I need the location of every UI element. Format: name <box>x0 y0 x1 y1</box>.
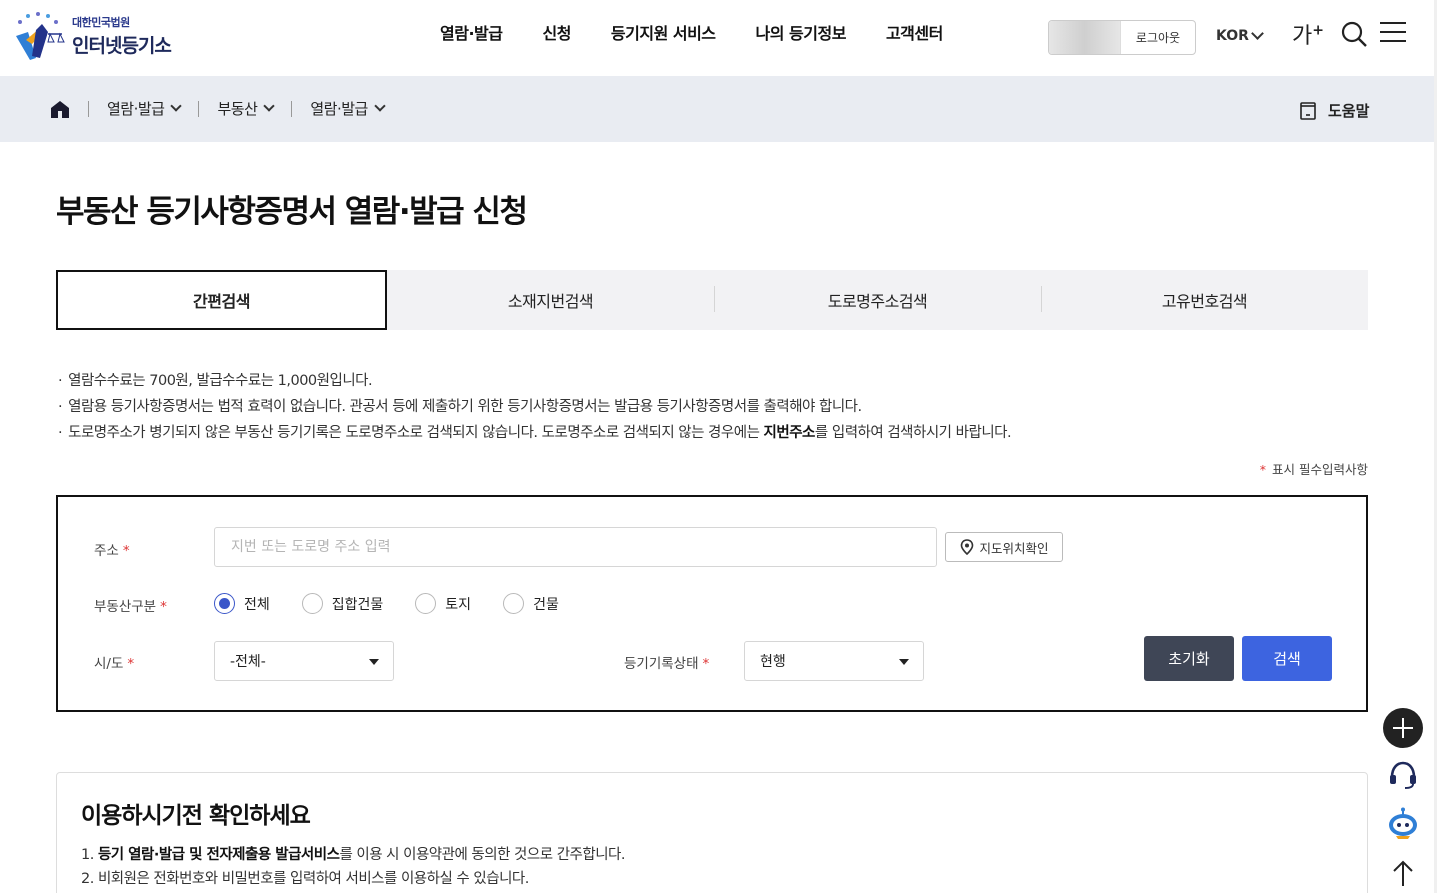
breadcrumb-item-real-estate[interactable]: 부동산 <box>217 98 276 119</box>
chevron-down-icon <box>374 100 386 112</box>
nav-customer-center[interactable]: 고객센터 <box>886 20 943 44</box>
language-label: KOR <box>1216 28 1249 44</box>
notice-box: 이용하시기전 확인하세요 1. 등기 열람·발급 및 전자제출용 발급서비스를 … <box>56 772 1368 893</box>
notice-list: 1. 등기 열람·발급 및 전자제출용 발급서비스를 이용 시 이용약관에 동의… <box>81 843 625 891</box>
sido-label: 시/도 * <box>94 656 135 672</box>
search-form: 주소* 지도위치확인 부동산구분* 전체 집합건물 토지 건물 시/도* -전체… <box>56 495 1368 712</box>
map-button-label: 지도위치확인 <box>979 540 1049 556</box>
user-name-redacted <box>1049 21 1121 54</box>
chevron-down-icon <box>263 100 276 112</box>
help-doc-icon <box>1300 101 1316 120</box>
logo-title: 인터넷등기소 <box>72 34 172 57</box>
menu-icon[interactable] <box>1380 22 1406 44</box>
logo-subtitle: 대한민국법원 <box>72 15 130 29</box>
headset-icon[interactable] <box>1386 758 1420 792</box>
site-logo[interactable]: 대한민국법원 인터넷등기소 <box>10 8 200 63</box>
home-icon[interactable] <box>50 99 70 119</box>
breadcrumb-item-view-issue-2[interactable]: 열람·발급 <box>310 98 386 119</box>
radio-building[interactable]: 건물 <box>503 593 559 614</box>
plus-icon[interactable] <box>1383 708 1423 748</box>
court-emblem-icon <box>16 11 65 60</box>
help-label: 도움말 <box>1328 102 1370 120</box>
property-type-group: 전체 집합건물 토지 건물 <box>214 593 591 614</box>
map-location-button[interactable]: 지도위치확인 <box>945 532 1063 562</box>
search-icon[interactable] <box>1340 20 1368 48</box>
tab-road-address-search[interactable]: 도로명주소검색 <box>714 270 1041 330</box>
property-type-label: 부동산구분 * <box>94 599 167 615</box>
chatbot-icon[interactable] <box>1386 806 1420 840</box>
logout-button[interactable]: 로그아웃 <box>1121 29 1195 46</box>
chevron-down-icon <box>170 100 183 112</box>
font-size-label: 가 <box>1292 24 1313 49</box>
search-button[interactable]: 검색 <box>1242 636 1332 681</box>
address-input[interactable] <box>214 527 937 567</box>
breadcrumb-label: 열람·발급 <box>310 100 368 118</box>
map-pin-icon <box>961 539 974 555</box>
notice-item: 1. 등기 열람·발급 및 전자제출용 발급서비스를 이용 시 이용약관에 동의… <box>81 847 625 863</box>
notice-box-title: 이용하시기전 확인하세요 <box>81 803 311 829</box>
reset-button[interactable]: 초기화 <box>1144 636 1234 681</box>
notice-item: 2. 비회원은 전화번호와 비밀번호를 입력하여 서비스를 이용하실 수 있습니… <box>81 871 529 887</box>
required-note: * 표시 필수입력사항 <box>1259 462 1368 477</box>
tab-unique-number-search[interactable]: 고유번호검색 <box>1041 270 1368 330</box>
required-mark: * <box>1259 462 1267 477</box>
radio-land[interactable]: 토지 <box>415 593 471 614</box>
nav-support-service[interactable]: 등기지원 서비스 <box>611 20 716 44</box>
notice-fee: 열람수수료는 700원, 발급수수료는 1,000원입니다. <box>58 368 1011 394</box>
dropdown-arrow-icon <box>899 659 909 665</box>
fee-notices: 열람수수료는 700원, 발급수수료는 1,000원입니다. 열람용 등기사항증… <box>58 368 1012 446</box>
font-size-plus: + <box>1312 22 1324 39</box>
site-header: 대한민국법원 인터넷등기소 열람·발급 신청 등기지원 서비스 나의 등기정보 … <box>0 0 1437 76</box>
record-status-value: 현행 <box>760 654 786 670</box>
notice-road-address: 도로명주소가 병기되지 않은 부동산 등기기록은 도로명주소로 검색되지 않습니… <box>58 420 1012 446</box>
arrow-up-icon[interactable] <box>1386 856 1420 890</box>
nav-apply[interactable]: 신청 <box>542 20 571 44</box>
sido-value: -전체- <box>230 654 266 670</box>
tab-simple-search[interactable]: 간편검색 <box>56 270 387 330</box>
page-title: 부동산 등기사항증명서 열람·발급 신청 <box>56 194 528 230</box>
address-label: 주소 * <box>94 543 130 559</box>
chevron-down-icon <box>1251 27 1264 40</box>
sido-select[interactable]: -전체- <box>214 641 394 681</box>
main-nav: 열람·발급 신청 등기지원 서비스 나의 등기정보 고객센터 <box>440 20 983 44</box>
tab-lot-number-search[interactable]: 소재지번검색 <box>387 270 714 330</box>
breadcrumb-item-view-issue[interactable]: 열람·발급 <box>107 98 183 119</box>
language-selector[interactable]: KOR <box>1216 27 1264 44</box>
radio-collective-building[interactable]: 집합건물 <box>301 593 383 614</box>
help-button[interactable]: 도움말 <box>1300 100 1369 121</box>
record-status-label: 등기기록상태 * <box>624 656 710 672</box>
record-status-select[interactable]: 현행 <box>744 641 924 681</box>
user-box: 로그아웃 <box>1048 20 1196 55</box>
radio-all[interactable]: 전체 <box>214 593 270 614</box>
search-tabs: 간편검색 소재지번검색 도로명주소검색 고유번호검색 <box>56 270 1368 330</box>
breadcrumb: 열람·발급 부동산 열람·발급 도움말 <box>0 76 1434 142</box>
nav-my-info[interactable]: 나의 등기정보 <box>756 20 847 44</box>
dropdown-arrow-icon <box>369 659 379 665</box>
breadcrumb-label: 열람·발급 <box>107 100 165 118</box>
font-size-button[interactable]: 가+ <box>1292 18 1324 50</box>
notice-legal-effect: 열람용 등기사항증명서는 법적 효력이 없습니다. 관공서 등에 제출하기 위한… <box>58 394 1011 420</box>
breadcrumb-label: 부동산 <box>217 100 258 118</box>
nav-view-issue[interactable]: 열람·발급 <box>440 20 503 44</box>
